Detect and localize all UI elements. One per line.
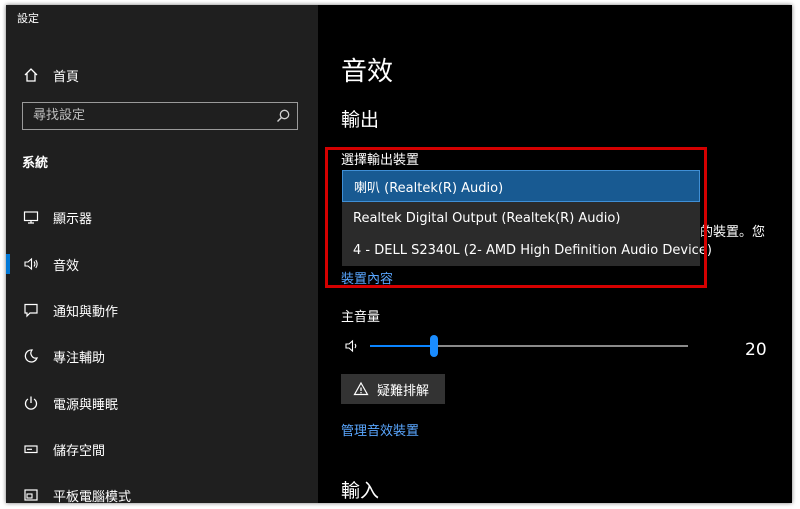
dropdown-option-dell-monitor[interactable]: 4 - DELL S2340L (2- AMD High Definition … bbox=[342, 234, 712, 266]
app-title: 設定 bbox=[17, 12, 39, 25]
notification-icon bbox=[22, 301, 40, 319]
output-heading: 輸出 bbox=[341, 109, 380, 131]
master-volume-label: 主音量 bbox=[341, 310, 381, 325]
dropdown-option-digital-output[interactable]: Realtek Digital Output (Realtek(R) Audio… bbox=[342, 202, 700, 234]
sidebar-item-label: 通知與動作 bbox=[53, 304, 119, 320]
sidebar-item-power-sleep[interactable]: 電源與睡眠 bbox=[6, 383, 318, 423]
moon-icon bbox=[22, 347, 40, 365]
storage-icon bbox=[22, 440, 40, 458]
sidebar-item-label: 電源與睡眠 bbox=[53, 397, 119, 413]
sidebar-item-display[interactable]: 顯示器 bbox=[6, 197, 318, 237]
search-icon[interactable] bbox=[275, 108, 291, 124]
output-device-label: 選擇輸出裝置 bbox=[341, 153, 420, 168]
speaker-icon bbox=[22, 255, 40, 273]
sidebar-item-label: 顯示器 bbox=[53, 211, 93, 227]
sidebar-item-focus-assist[interactable]: 專注輔助 bbox=[6, 336, 318, 376]
sidebar-item-label: 音效 bbox=[53, 258, 80, 274]
manage-sound-devices-link[interactable]: 管理音效裝置 bbox=[341, 420, 419, 439]
section-header-system: 系統 bbox=[22, 156, 49, 171]
slider-thumb[interactable] bbox=[429, 335, 438, 357]
sidebar-item-home[interactable]: 首頁 bbox=[6, 55, 318, 95]
warning-icon bbox=[353, 381, 369, 397]
sidebar-item-label: 專注輔助 bbox=[53, 350, 106, 366]
search-input[interactable] bbox=[23, 103, 273, 128]
description-text: 的裝置。您 bbox=[700, 225, 766, 240]
sidebar: 設定 首頁 系統 顯示器 音效 bbox=[6, 5, 318, 503]
volume-slider[interactable] bbox=[370, 335, 688, 357]
troubleshoot-button[interactable]: 疑難排解 bbox=[341, 374, 445, 404]
monitor-icon bbox=[22, 208, 40, 226]
slider-fill bbox=[370, 345, 434, 347]
search-box bbox=[22, 102, 298, 130]
sidebar-item-storage[interactable]: 儲存空間 bbox=[6, 429, 318, 469]
power-icon bbox=[22, 394, 40, 412]
tablet-icon bbox=[22, 486, 40, 503]
dropdown-option-speaker[interactable]: 喇叭 (Realtek(R) Audio) bbox=[342, 170, 700, 202]
troubleshoot-label: 疑難排解 bbox=[377, 383, 430, 399]
volume-value: 20 bbox=[745, 340, 767, 360]
home-icon bbox=[22, 66, 40, 84]
page-title: 音效 bbox=[341, 57, 394, 87]
sidebar-item-label: 儲存空間 bbox=[53, 443, 106, 459]
device-properties-link[interactable]: 裝置內容 bbox=[341, 268, 393, 287]
sidebar-item-tablet-mode[interactable]: 平板電腦模式 bbox=[6, 475, 318, 503]
sidebar-item-label: 平板電腦模式 bbox=[53, 489, 132, 504]
output-device-dropdown[interactable]: 喇叭 (Realtek(R) Audio) Realtek Digital Ou… bbox=[342, 170, 712, 266]
sidebar-item-label: 首頁 bbox=[53, 69, 80, 85]
sidebar-item-notifications[interactable]: 通知與動作 bbox=[6, 290, 318, 330]
sidebar-item-sound[interactable]: 音效 bbox=[6, 244, 318, 284]
input-heading: 輸入 bbox=[341, 480, 380, 502]
volume-speaker-icon[interactable] bbox=[344, 338, 360, 354]
